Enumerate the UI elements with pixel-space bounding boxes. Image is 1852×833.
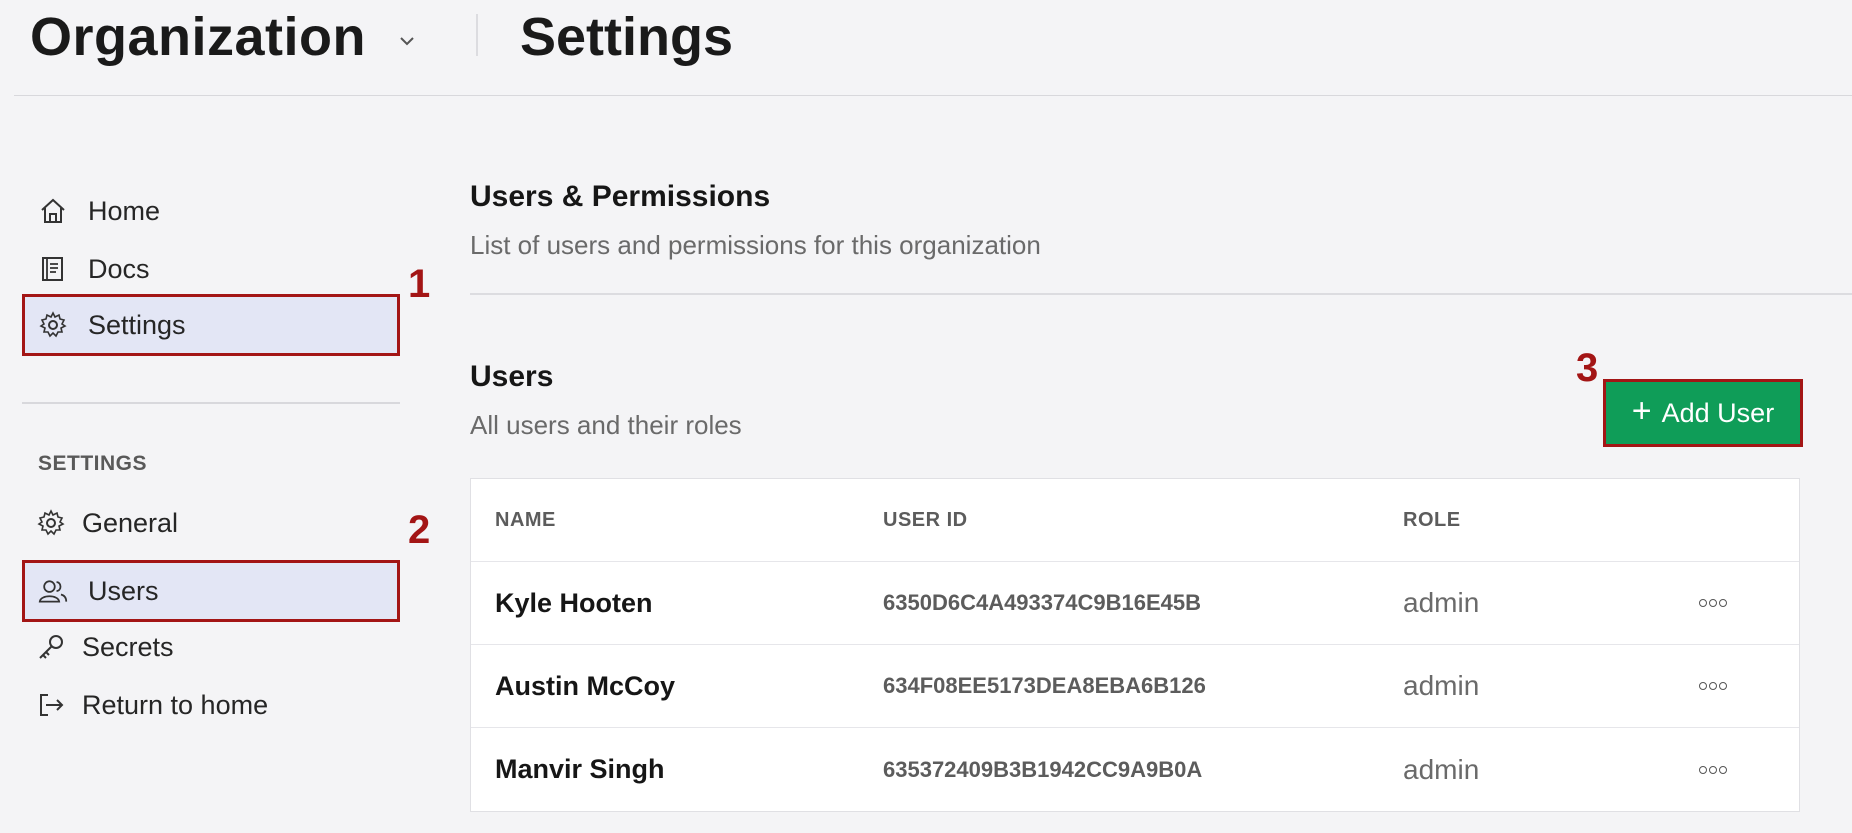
exit-icon <box>36 690 66 720</box>
book-icon <box>38 254 68 284</box>
sidebar-item-label: Settings <box>88 309 186 340</box>
column-header-user-id[interactable]: USER ID <box>883 509 968 532</box>
annotation-marker-3: 3 <box>1576 346 1599 390</box>
add-user-button[interactable]: + Add User <box>1603 379 1803 447</box>
header-divider <box>476 14 478 56</box>
sidebar-divider <box>22 402 400 404</box>
sidebar-item-home[interactable]: Home <box>24 182 398 240</box>
sidebar-item-label: Docs <box>88 253 150 284</box>
column-header-role[interactable]: ROLE <box>1403 509 1461 532</box>
user-id: 634F08EE5173DEA8EBA6B126 <box>883 673 1206 698</box>
sidebar-item-users[interactable]: Users <box>22 560 400 622</box>
section-subtitle: List of users and permissions for this o… <box>470 230 1041 260</box>
users-icon <box>38 576 68 606</box>
page-title: Settings <box>520 7 734 67</box>
annotation-marker-2: 2 <box>408 508 431 552</box>
user-name: Austin McCoy <box>495 670 676 701</box>
sidebar-item-label: Return to home <box>82 689 269 720</box>
key-icon <box>36 632 66 662</box>
organization-switcher-label[interactable]: Organization <box>30 6 366 68</box>
sidebar-item-return-home[interactable]: Return to home <box>24 676 398 734</box>
section-divider <box>470 293 1852 295</box>
section-subtitle: All users and their roles <box>470 410 742 440</box>
gear-icon <box>36 508 66 538</box>
table-row[interactable]: Kyle Hooten 6350D6C4A493374C9B16E45B adm… <box>471 562 1799 645</box>
table-row[interactable]: Manvir Singh 635372409B3B1942CC9A9B0A ad… <box>471 728 1799 811</box>
user-id: 635372409B3B1942CC9A9B0A <box>883 756 1203 782</box>
overflow-menu-icon[interactable] <box>1699 599 1727 607</box>
user-role: admin <box>1403 753 1480 785</box>
user-id: 6350D6C4A493374C9B16E45B <box>883 590 1202 615</box>
column-header-name[interactable]: NAME <box>495 509 556 532</box>
add-user-label: Add User <box>1661 397 1775 428</box>
sidebar-item-docs[interactable]: Docs <box>24 240 398 298</box>
home-icon <box>38 196 68 226</box>
user-name: Manvir Singh <box>495 754 665 784</box>
plus-icon: + <box>1631 392 1652 430</box>
sidebar-item-label: Secrets <box>82 631 174 662</box>
section-title: Users <box>470 360 554 393</box>
sidebar-item-label: Users <box>88 575 159 606</box>
user-role: admin <box>1403 587 1480 618</box>
sidebar-item-label: Home <box>88 195 161 226</box>
page-header: Organization Settings <box>14 0 1852 96</box>
gear-icon <box>38 310 68 340</box>
overflow-menu-icon[interactable] <box>1699 682 1727 690</box>
chevron-down-icon[interactable] <box>396 30 418 52</box>
overflow-menu-icon[interactable] <box>1699 765 1727 774</box>
sidebar-item-settings[interactable]: Settings <box>22 294 400 356</box>
user-role: admin <box>1403 670 1480 701</box>
table-header-row: NAME USER ID ROLE <box>471 479 1799 562</box>
sidebar-item-label: General <box>82 507 179 538</box>
sidebar-section-heading: SETTINGS <box>38 452 148 475</box>
users-table: NAME USER ID ROLE Kyle Hooten 6350D6C4A4… <box>470 478 1800 812</box>
sidebar-item-secrets[interactable]: Secrets <box>24 618 398 676</box>
annotation-marker-1: 1 <box>408 262 431 306</box>
sidebar-item-general[interactable]: General <box>24 494 398 552</box>
user-name: Kyle Hooten <box>495 587 653 618</box>
sidebar: Home Docs Settings 1 SETTINGS General 2 … <box>0 170 430 770</box>
table-row[interactable]: Austin McCoy 634F08EE5173DEA8EBA6B126 ad… <box>471 645 1799 728</box>
section-title: Users & Permissions <box>470 180 771 213</box>
